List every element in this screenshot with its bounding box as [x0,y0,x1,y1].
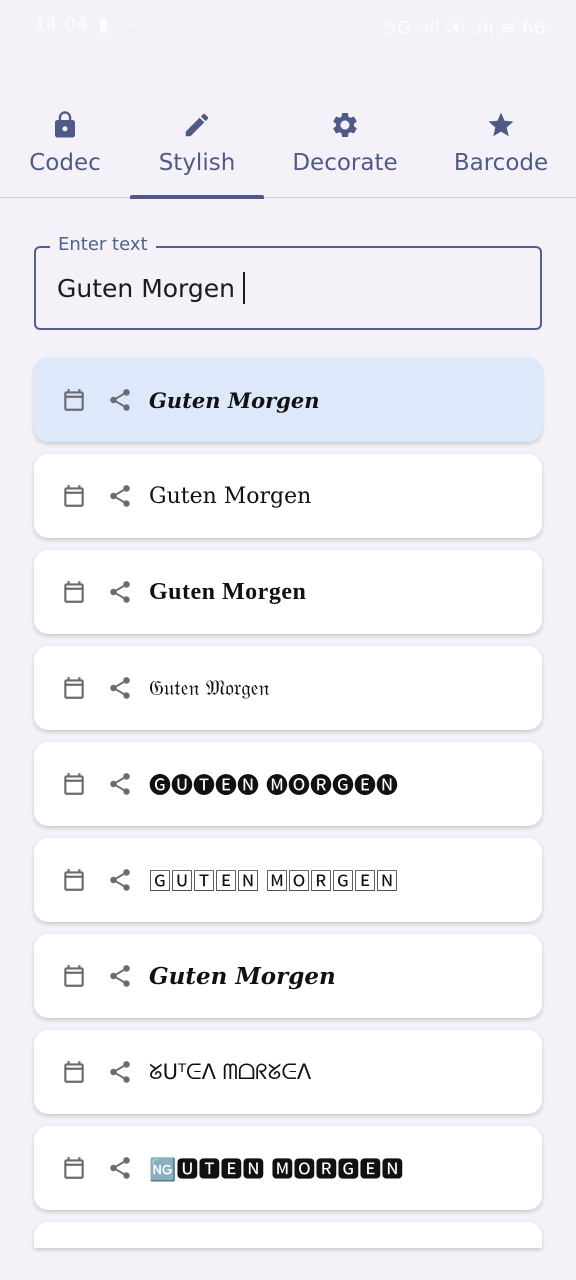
share-icon[interactable] [107,579,133,605]
style-results-list: 𝑮𝒖𝒕𝒆𝒏 𝑴𝒐𝒓𝒈𝒆𝒏 Guten Morgen Guten Morgen 𝔊… [34,358,542,1248]
styled-text: 🄶🅄🅃🄴🄽 🄼🄾🅁🄶🄴🄽 [149,870,398,895]
list-item[interactable]: Guten Morgen [34,934,542,1018]
text-input-field[interactable]: Enter text Guten Morgen [34,234,542,330]
copy-icon[interactable] [61,963,87,989]
text-caret [243,272,245,304]
styled-text: 🅖🅤🅣🅔🅝 🅜🅞🅡🅖🅔🅝 [149,774,398,799]
list-item[interactable]: 𝑮𝒖𝒕𝒆𝒏 𝑴𝒐𝒓𝒈𝒆𝒏 [34,358,542,442]
tab-stylish[interactable]: Stylish [130,100,264,199]
copy-icon[interactable] [61,387,87,413]
list-item-partial[interactable] [34,1222,542,1248]
styled-text: 𝔊𝔲𝔱𝔢𝔫 𝔐𝔬𝔯𝔤𝔢𝔫 [149,675,270,700]
tab-bar: Codec Stylish Decorate Barcode [0,100,576,199]
share-icon[interactable] [107,387,133,413]
status-bar: 14:04 ▮ · · · 5G .ıll ⦿ .ıll ≋ 66 [0,0,576,52]
share-icon[interactable] [107,771,133,797]
styled-text: 𝑮𝒖𝒕𝒆𝒏 𝑴𝒐𝒓𝒈𝒆𝒏 [149,387,320,413]
status-right-icons: 5G .ıll ⦿ .ıll ≋ 66 [385,18,546,39]
tab-decorate[interactable]: Decorate [264,100,426,198]
lock-icon [55,111,75,138]
copy-icon[interactable] [61,579,87,605]
copy-icon[interactable] [61,867,87,893]
tab-barcode-label: Barcode [453,150,549,176]
list-item[interactable]: 🆖🆄🆃🅴🅽 🅼🅾🆁🅶🅴🅽 [34,1126,542,1210]
star-icon [488,112,514,137]
copy-icon[interactable] [61,1059,87,1085]
list-item[interactable]: 🅖🅤🅣🅔🅝 🅜🅞🅡🅖🅔🅝 [34,742,542,826]
copy-icon[interactable] [61,483,87,509]
status-left-icons: ▮ · · · [98,14,147,35]
styled-text: Guten Morgen [149,962,336,990]
share-icon[interactable] [107,1059,133,1085]
status-time: 14:04 [34,14,89,35]
share-icon[interactable] [107,867,133,893]
list-item[interactable]: 𝔊𝔲𝔱𝔢𝔫 𝔐𝔬𝔯𝔤𝔢𝔫 [34,646,542,730]
tab-codec-label: Codec [29,150,101,176]
copy-icon[interactable] [61,1155,87,1181]
tab-stylish-label: Stylish [158,150,236,176]
styled-text: Guten Morgen [149,483,312,509]
styled-text: Guten Morgen [149,578,307,605]
pencil-icon [185,113,209,137]
styled-text: 🆖🆄🆃🅴🅽 🅼🅾🆁🅶🅴🅽 [149,1158,404,1183]
share-icon[interactable] [107,675,133,701]
share-icon[interactable] [107,963,133,989]
copy-icon[interactable] [61,771,87,797]
tab-codec[interactable]: Codec [0,100,130,198]
share-icon[interactable] [107,1155,133,1181]
list-item[interactable]: ᘜᑌᵀᕮᐱ ᗰᗝᖇᘜᕮᐱ [34,1030,542,1114]
list-item[interactable]: Guten Morgen [34,550,542,634]
copy-icon[interactable] [61,675,87,701]
styled-text: ᘜᑌᵀᕮᐱ ᗰᗝᖇᘜᕮᐱ [149,1059,312,1084]
list-item[interactable]: Guten Morgen [34,454,542,538]
tab-barcode[interactable]: Barcode [426,100,576,198]
input-label: Enter text [50,234,156,255]
gear-icon [333,113,357,137]
tab-decorate-label: Decorate [292,150,398,176]
list-item[interactable]: 🄶🅄🅃🄴🄽 🄼🄾🅁🄶🄴🄽 [34,838,542,922]
input-value[interactable]: Guten Morgen [57,274,235,303]
active-tab-indicator [130,195,264,199]
share-icon[interactable] [107,483,133,509]
